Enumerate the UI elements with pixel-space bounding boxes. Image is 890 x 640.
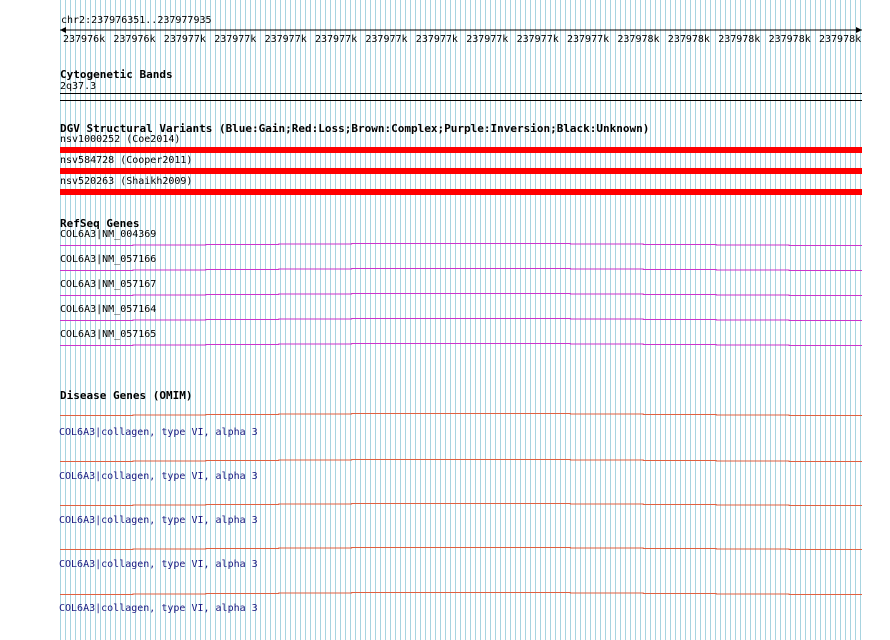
omim-gene-label[interactable]: COL6A3|collagen, type VI, alpha 3 — [59, 427, 258, 439]
omim-gene-line[interactable] — [60, 413, 862, 416]
omim-gene-line[interactable] — [60, 503, 862, 506]
refseq-gene-lines[interactable] — [0, 0, 890, 640]
omim-gene-label[interactable]: COL6A3|collagen, type VI, alpha 3 — [59, 471, 258, 483]
refseq-gene-line[interactable] — [60, 318, 862, 321]
refseq-gene-line[interactable] — [60, 243, 862, 246]
omim-gene-label[interactable]: COL6A3|collagen, type VI, alpha 3 — [59, 515, 258, 527]
omim-gene-line[interactable] — [60, 459, 862, 462]
omim-gene-line[interactable] — [60, 547, 862, 550]
omim-gene-label[interactable]: COL6A3|collagen, type VI, alpha 3 — [59, 559, 258, 571]
refseq-gene-line[interactable] — [60, 268, 862, 271]
omim-gene-label[interactable]: COL6A3|collagen, type VI, alpha 3 — [59, 603, 258, 615]
omim-track-title: Disease Genes (OMIM) — [60, 389, 193, 402]
refseq-gene-line[interactable] — [60, 293, 862, 296]
refseq-gene-line[interactable] — [60, 343, 862, 346]
omim-gene-line[interactable] — [60, 592, 862, 595]
